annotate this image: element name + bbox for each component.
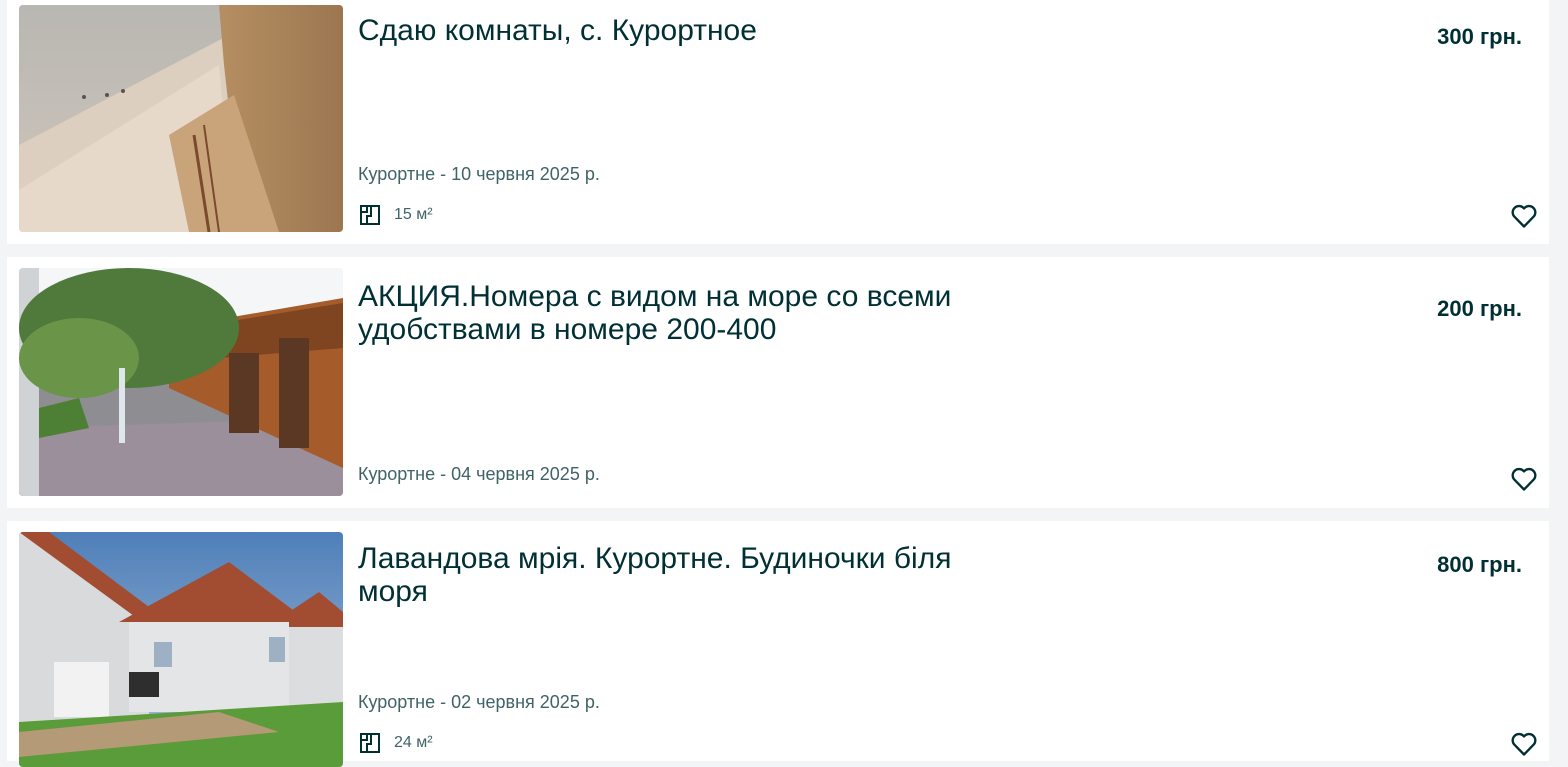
heart-outline-icon: [1511, 467, 1537, 491]
listing-title[interactable]: Сдаю комнаты, с. Курортное: [358, 14, 998, 47]
heart-outline-icon: [1511, 204, 1537, 228]
listing-title[interactable]: Лавандова мрія. Курортне. Будиночки біля…: [358, 542, 998, 608]
listing-location-date: Курортне - 02 червня 2025 р.: [358, 692, 600, 712]
listing-title[interactable]: АКЦИЯ.Номера с видом на море со всеми уд…: [358, 280, 998, 346]
favorite-button[interactable]: [1509, 464, 1539, 494]
floor-plan-icon: [360, 205, 380, 225]
listing-location-date: Курортне - 10 червня 2025 р.: [358, 164, 600, 184]
listing-location-date: Курортне - 04 червня 2025 р.: [358, 464, 600, 484]
listing-area: 15 м²: [358, 203, 433, 227]
listing-price: 300 грн.: [1437, 24, 1522, 49]
listing-area-value: 15 м²: [394, 206, 433, 223]
listing-card[interactable]: АКЦИЯ.Номера с видом на море со всеми уд…: [7, 257, 1549, 508]
listing-photo-cottages-lawn[interactable]: [19, 532, 343, 767]
listing-area: 24 м²: [358, 731, 433, 755]
floor-plan-icon: [360, 733, 380, 753]
listing-price: 200 грн.: [1437, 296, 1522, 321]
listing-card[interactable]: Лавандова мрія. Курортне. Будиночки біля…: [7, 521, 1549, 767]
listing-photo-cottages-yard[interactable]: [19, 268, 343, 496]
favorite-button[interactable]: [1509, 729, 1539, 759]
listing-price: 800 грн.: [1437, 552, 1522, 577]
listing-card[interactable]: Сдаю комнаты, с. Курортное 300 грн. Куро…: [7, 0, 1549, 244]
favorite-button[interactable]: [1509, 201, 1539, 231]
heart-outline-icon: [1511, 732, 1537, 756]
listing-photo-beach-cliff[interactable]: [19, 5, 343, 232]
listing-area-value: 24 м²: [394, 734, 433, 751]
